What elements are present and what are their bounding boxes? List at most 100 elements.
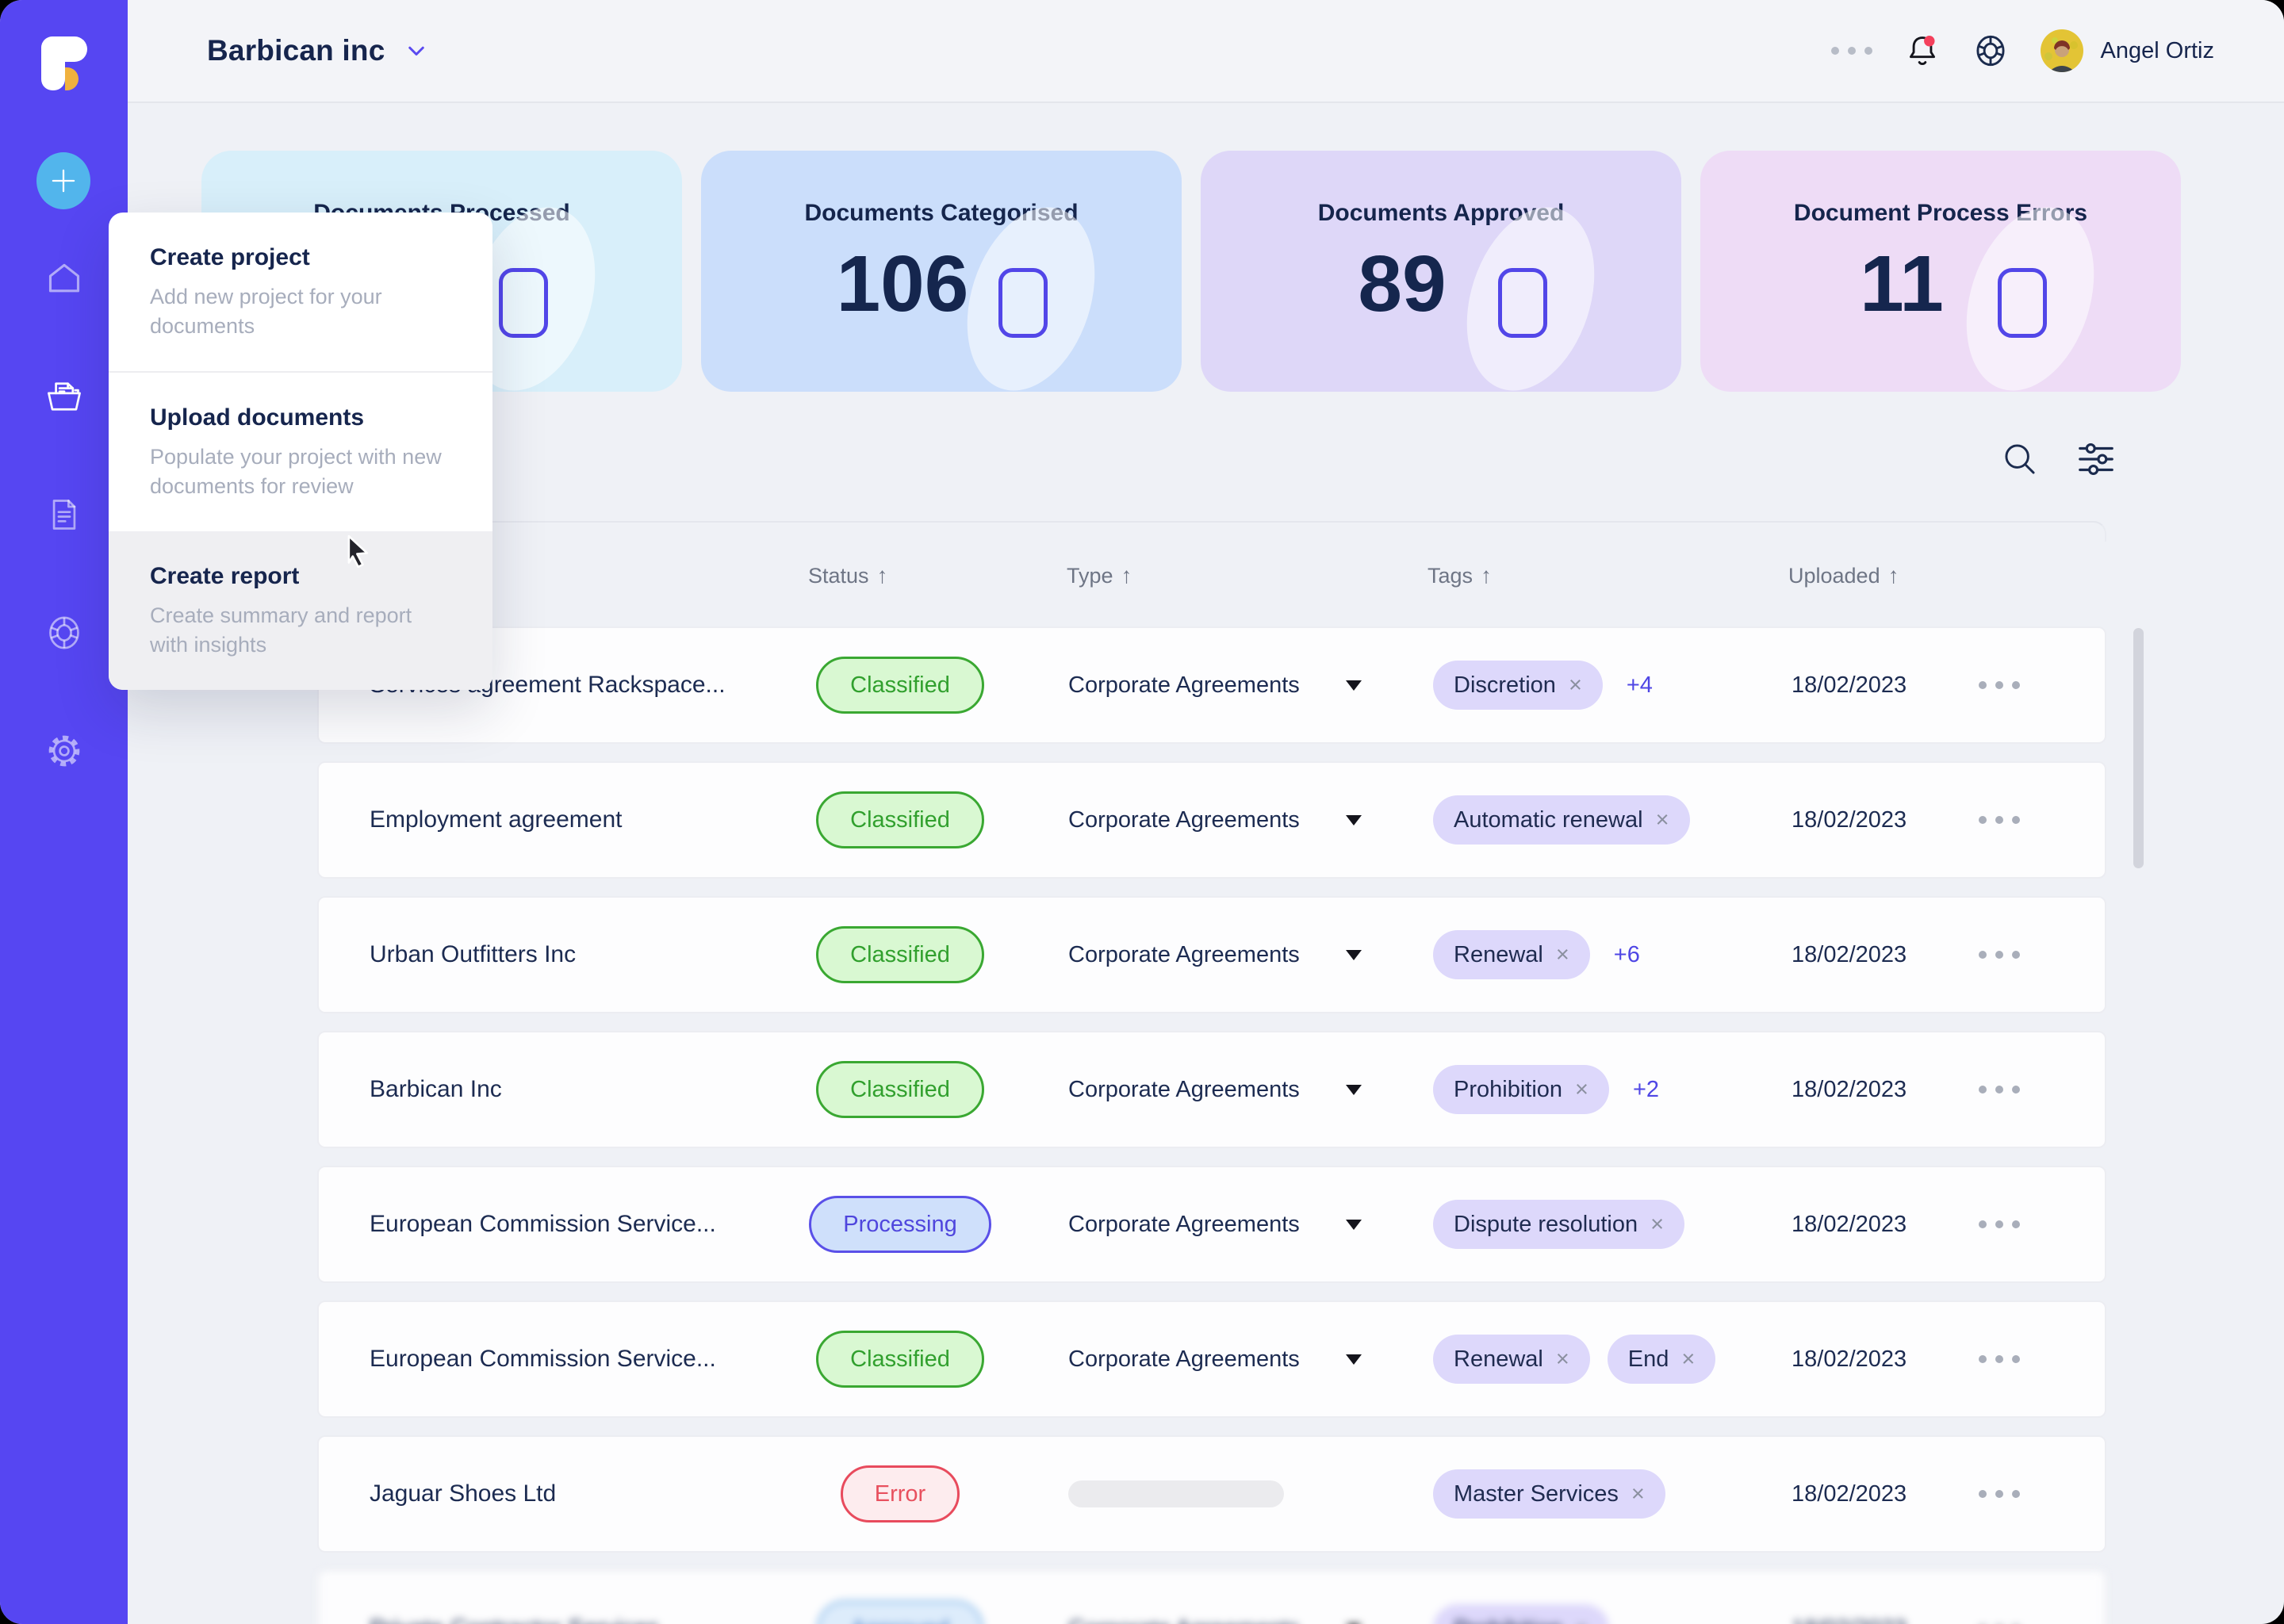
tag-remove-icon[interactable]: × bbox=[1631, 1481, 1645, 1507]
logo-accent bbox=[65, 67, 79, 90]
search-button[interactable] bbox=[2000, 439, 2040, 479]
sliders-icon bbox=[2075, 438, 2117, 481]
document-shape-icon bbox=[998, 268, 1048, 338]
column-header-status[interactable]: Status↑ bbox=[808, 563, 888, 588]
table-row[interactable]: Urban Outfitters Inc Classified Corporat… bbox=[317, 896, 2106, 1013]
tag-remove-icon[interactable]: × bbox=[1656, 807, 1669, 833]
search-icon bbox=[2000, 439, 2040, 479]
tag-remove-icon[interactable]: × bbox=[1575, 1616, 1588, 1624]
stat-card-value: 89 bbox=[1335, 243, 1470, 325]
tag-remove-icon[interactable]: × bbox=[1681, 1346, 1695, 1373]
stat-card: Document Process Errors 11 bbox=[1700, 151, 2181, 392]
tags-overflow-count[interactable]: +4 bbox=[1627, 672, 1653, 699]
table-row[interactable]: European Commission Service... Classifie… bbox=[317, 1300, 2106, 1418]
avatar bbox=[2041, 29, 2083, 72]
row-actions-button[interactable] bbox=[1975, 628, 2024, 742]
row-actions-button[interactable] bbox=[1975, 1572, 2024, 1624]
row-uploaded: 18/02/2023 bbox=[1792, 1032, 1907, 1147]
tag-pill: Discretion × bbox=[1433, 661, 1603, 710]
tag-remove-icon[interactable]: × bbox=[1650, 1212, 1664, 1238]
tag-pill: Automatic renewal × bbox=[1433, 795, 1690, 845]
tags-overflow-count[interactable]: +6 bbox=[1614, 942, 1640, 968]
workspace-title: Barbican inc bbox=[207, 34, 385, 67]
menu-item-title: Create report bbox=[150, 563, 451, 590]
status-badge: Classified bbox=[816, 1331, 984, 1388]
lifebuoy-icon bbox=[1972, 33, 2009, 69]
row-type: Corporate Agreements bbox=[1068, 898, 1306, 1012]
row-actions-button[interactable] bbox=[1975, 1032, 2024, 1147]
column-label: Status bbox=[808, 564, 869, 588]
status-badge: Error bbox=[841, 1465, 960, 1522]
type-dropdown-caret-icon[interactable] bbox=[1346, 1085, 1362, 1095]
row-type: Corporate Agreements bbox=[1068, 1032, 1306, 1147]
overflow-menu-button[interactable] bbox=[1831, 47, 1872, 55]
menu-item-create-project[interactable]: Create project Add new project for your … bbox=[109, 213, 492, 373]
type-dropdown-caret-icon[interactable] bbox=[1346, 680, 1362, 691]
table-row[interactable]: Private Contractor Services Approved Cor… bbox=[317, 1570, 2106, 1624]
table-row[interactable]: Jaguar Shoes Ltd Error Master Services× … bbox=[317, 1435, 2106, 1553]
tag-remove-icon[interactable]: × bbox=[1556, 942, 1569, 968]
stat-card: Documents Categorised 106 bbox=[701, 151, 1182, 392]
home-icon bbox=[44, 259, 84, 298]
table-body: Services agreement Rackspace... Classifi… bbox=[317, 626, 2106, 1624]
sidebar-item-settings[interactable] bbox=[44, 731, 84, 771]
plus-icon bbox=[47, 164, 80, 197]
row-tags: Automatic renewal × bbox=[1433, 763, 1782, 877]
row-tags: Master Services × bbox=[1433, 1437, 1782, 1551]
menu-item-title: Upload documents bbox=[150, 404, 451, 431]
row-name: Jaguar Shoes Ltd bbox=[370, 1437, 782, 1551]
column-header-uploaded[interactable]: Uploaded↑ bbox=[1788, 563, 1899, 588]
status-badge: Classified bbox=[816, 791, 984, 848]
row-actions-button[interactable] bbox=[1975, 1437, 2024, 1551]
account-button[interactable]: Angel Ortiz bbox=[2041, 29, 2214, 72]
row-actions-button[interactable] bbox=[1975, 898, 2024, 1012]
type-dropdown-caret-icon[interactable] bbox=[1346, 950, 1362, 960]
row-type bbox=[1068, 1437, 1306, 1551]
tag-label: Automatic renewal bbox=[1454, 807, 1643, 833]
table-row[interactable]: Services agreement Rackspace... Classifi… bbox=[317, 626, 2106, 744]
help-button[interactable] bbox=[1972, 33, 2009, 69]
menu-item-upload-documents[interactable]: Upload documents Populate your project w… bbox=[109, 373, 492, 531]
new-button[interactable] bbox=[36, 152, 90, 209]
tag-pill: Renewal× bbox=[1433, 1335, 1590, 1384]
stat-card-value: 11 bbox=[1834, 243, 1969, 325]
column-label: Type bbox=[1067, 564, 1113, 588]
column-header-tags[interactable]: Tags↑ bbox=[1428, 563, 1492, 588]
sidebar-item-support[interactable] bbox=[44, 613, 84, 653]
type-dropdown-caret-icon[interactable] bbox=[1346, 815, 1362, 825]
tag-label: Master Services bbox=[1454, 1481, 1619, 1507]
row-name: Employment agreement bbox=[370, 763, 782, 877]
type-dropdown-caret-icon[interactable] bbox=[1346, 1354, 1362, 1365]
menu-item-create-report[interactable]: Create report Create summary and report … bbox=[109, 531, 492, 690]
workspace-switcher[interactable]: Barbican inc bbox=[207, 34, 431, 67]
user-name: Angel Ortiz bbox=[2101, 38, 2214, 64]
table-row[interactable]: European Commission Service... Processin… bbox=[317, 1166, 2106, 1283]
tag-remove-icon[interactable]: × bbox=[1569, 672, 1582, 699]
sidebar-item-home[interactable] bbox=[44, 259, 84, 298]
row-uploaded: 18/02/2023 bbox=[1792, 1572, 1907, 1624]
row-actions-button[interactable] bbox=[1975, 1167, 2024, 1281]
stat-card-value: 106 bbox=[835, 243, 970, 325]
row-actions-button[interactable] bbox=[1975, 1302, 2024, 1416]
row-type: Corporate Agreements bbox=[1068, 763, 1306, 877]
sidebar-item-documents[interactable] bbox=[44, 495, 84, 534]
sort-arrow-icon: ↑ bbox=[1121, 563, 1132, 588]
sidebar-item-projects[interactable] bbox=[44, 377, 84, 416]
column-header-type[interactable]: Type ↑ bbox=[1067, 563, 1132, 588]
scrollbar-thumb[interactable] bbox=[2133, 628, 2144, 868]
tag-remove-icon[interactable]: × bbox=[1575, 1077, 1588, 1103]
tags-overflow-count[interactable]: +2 bbox=[1633, 1077, 1659, 1103]
table-row[interactable]: Employment agreement Classified Corporat… bbox=[317, 761, 2106, 879]
folder-documents-icon bbox=[44, 377, 84, 416]
tag-label: Discretion bbox=[1454, 672, 1556, 699]
filter-button[interactable] bbox=[2075, 438, 2117, 481]
row-name: Urban Outfitters Inc bbox=[370, 898, 782, 1012]
row-type: Corporate Agreements bbox=[1068, 1167, 1306, 1281]
tag-remove-icon[interactable]: × bbox=[1556, 1346, 1569, 1373]
row-type: Corporate Agreements bbox=[1068, 1302, 1306, 1416]
type-dropdown-caret-icon[interactable] bbox=[1346, 1220, 1362, 1230]
row-actions-button[interactable] bbox=[1975, 763, 2024, 877]
table-row[interactable]: Barbican Inc Classified Corporate Agreem… bbox=[317, 1031, 2106, 1148]
row-status-cell: Error bbox=[795, 1437, 1005, 1551]
notifications-button[interactable] bbox=[1904, 33, 1941, 69]
